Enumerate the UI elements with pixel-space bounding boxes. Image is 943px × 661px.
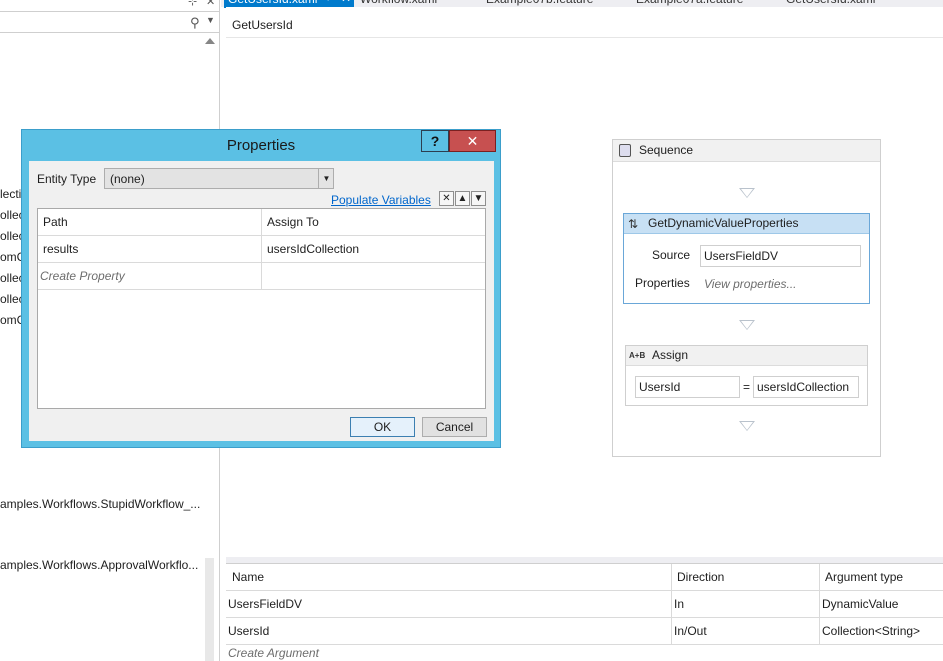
populate-variables-link[interactable]: Populate Variables: [331, 193, 431, 207]
properties-label: Properties: [635, 276, 690, 290]
scroll-up-arrow[interactable]: [205, 38, 215, 44]
entity-type-value: (none): [110, 172, 145, 186]
argument-direction-cell[interactable]: In: [674, 597, 684, 611]
delete-icon[interactable]: ✕: [439, 191, 454, 206]
column-header-argument-type[interactable]: Argument type: [825, 570, 903, 584]
chevron-down-icon[interactable]: ▼: [206, 15, 215, 25]
pin-icon[interactable]: ⊹: [188, 0, 197, 8]
scrollbar[interactable]: [205, 558, 214, 661]
breadcrumb-item[interactable]: GetUsersId: [232, 18, 293, 32]
view-properties-link[interactable]: View properties...: [704, 277, 797, 291]
tree-item-approval-workflow[interactable]: amples.Workflows.ApprovalWorkflo...: [0, 558, 205, 572]
search-icon[interactable]: ⚲: [190, 15, 200, 31]
column-header-path[interactable]: Path: [43, 215, 68, 229]
properties-dialog: Properties ? ✕ Entity Type (none) ▼ Popu…: [21, 129, 501, 448]
dynamic-value-icon: ⇅: [628, 217, 639, 231]
create-argument-placeholder[interactable]: Create Argument: [228, 646, 319, 660]
argument-direction-cell[interactable]: In/Out: [674, 624, 707, 638]
get-dynamic-value-properties-activity[interactable]: ⇅ GetDynamicValueProperties Source Users…: [623, 213, 870, 304]
source-label: Source: [652, 248, 691, 262]
breadcrumb: GetUsersId: [226, 14, 943, 38]
entity-type-label: Entity Type: [37, 172, 97, 186]
argument-name-cell[interactable]: UsersFieldDV: [228, 597, 302, 611]
sequence-title: Sequence: [639, 143, 694, 157]
search-input[interactable]: ⚲ ▼: [0, 11, 219, 33]
table-row[interactable]: UsersId In/Out Collection<String>: [226, 618, 943, 645]
sequence-header[interactable]: Sequence: [613, 140, 880, 162]
drop-target-arrow-icon[interactable]: [739, 421, 755, 431]
column-divider: [261, 209, 262, 290]
column-divider: [671, 564, 672, 644]
source-input[interactable]: UsersFieldDV: [700, 245, 861, 267]
column-header-assign-to[interactable]: Assign To: [267, 215, 319, 229]
entity-type-select[interactable]: (none) ▼: [104, 168, 334, 189]
pin-icon[interactable]: ⊹: [324, 0, 332, 3]
table-row[interactable]: UsersFieldDV In DynamicValue: [226, 591, 943, 618]
cancel-button[interactable]: Cancel: [422, 417, 487, 437]
close-icon[interactable]: ✕: [206, 0, 215, 8]
column-divider: [819, 564, 820, 644]
drop-target-arrow-icon[interactable]: [739, 188, 755, 198]
argument-type-cell[interactable]: DynamicValue: [822, 597, 898, 611]
create-property-placeholder[interactable]: Create Property: [40, 269, 125, 283]
close-icon[interactable]: ✕: [341, 0, 351, 5]
argument-name-cell[interactable]: UsersId: [228, 624, 269, 638]
column-header-direction[interactable]: Direction: [677, 570, 724, 584]
ok-button[interactable]: OK: [350, 417, 415, 437]
tree-item-stupid-workflow[interactable]: amples.Workflows.StupidWorkflow_...: [0, 497, 205, 511]
sequence-icon: [619, 144, 631, 157]
assign-activity[interactable]: A+B Assign UsersId = usersIdCollection: [625, 345, 868, 406]
column-header-name[interactable]: Name: [232, 570, 264, 584]
properties-grid: Path Assign To results usersIdCollection…: [37, 208, 486, 409]
help-button[interactable]: ?: [421, 130, 449, 152]
assign-icon: A+B: [629, 351, 646, 360]
arguments-panel: Name Direction Argument type UsersFieldD…: [226, 563, 943, 661]
activity-header[interactable]: A+B Assign: [626, 346, 867, 366]
drop-target-arrow-icon[interactable]: [739, 320, 755, 330]
sequence-activity[interactable]: Sequence ⇅ GetDynamicValueProperties Sou…: [612, 139, 881, 457]
activity-title: Assign: [652, 348, 689, 362]
equals-sign: =: [743, 380, 751, 394]
assign-to-input[interactable]: UsersId: [635, 376, 740, 398]
path-cell[interactable]: results: [43, 242, 78, 256]
chevron-down-icon[interactable]: ▼: [318, 169, 334, 188]
assign-to-cell[interactable]: usersIdCollection: [267, 242, 359, 256]
move-up-icon[interactable]: ▲: [455, 191, 470, 206]
argument-type-cell[interactable]: Collection<String>: [822, 624, 920, 638]
activity-title: GetDynamicValueProperties: [648, 216, 799, 230]
move-down-icon[interactable]: ▼: [471, 191, 486, 206]
close-button[interactable]: ✕: [449, 130, 496, 152]
table-header-row: Name Direction Argument type: [226, 564, 943, 591]
dialog-body: Entity Type (none) ▼ Populate Variables …: [29, 161, 494, 441]
assign-value-input[interactable]: usersIdCollection: [753, 376, 859, 398]
activity-header[interactable]: ⇅ GetDynamicValueProperties: [624, 214, 869, 234]
